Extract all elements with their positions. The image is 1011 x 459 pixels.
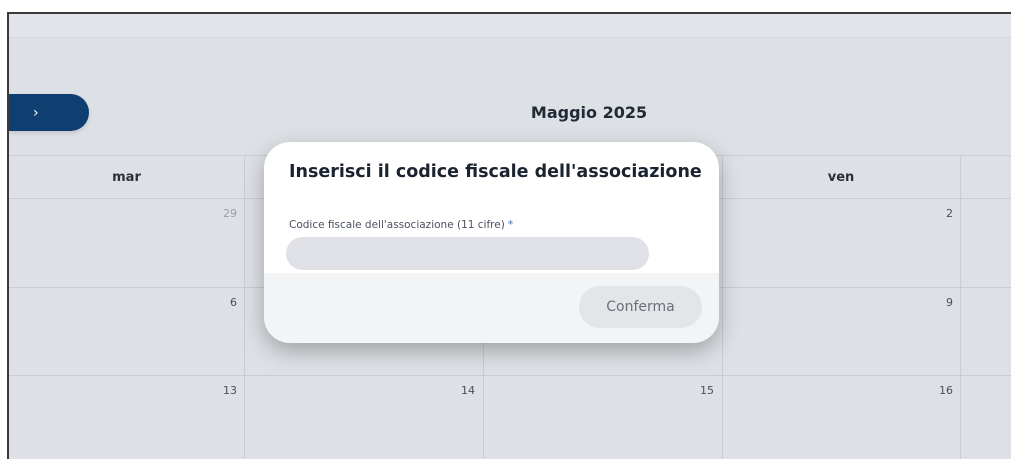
day-cell-number[interactable]: 2 [913,207,953,220]
tax-code-dialog: Inserisci il codice fiscale dell'associa… [264,142,719,343]
dialog-title: Inserisci il codice fiscale dell'associa… [289,162,702,182]
day-cell-number[interactable]: 14 [435,384,475,397]
top-bar [9,14,1011,38]
tax-code-field-label: Codice fiscale dell'associazione (11 cif… [289,219,513,231]
column-divider [244,155,245,459]
row-divider [9,375,1011,376]
month-title: Maggio 2025 [530,103,648,122]
dialog-footer: Conferma [264,273,719,343]
tax-code-label-text: Codice fiscale dell'associazione (11 cif… [289,219,505,231]
column-divider [960,155,961,459]
confirm-button[interactable]: Conferma [579,286,702,328]
day-cell-number[interactable]: 6 [197,296,237,309]
day-cell-number[interactable]: 29 [197,207,237,220]
required-marker: * [507,219,514,231]
weekday-header-sat [960,156,1011,200]
weekday-header-tue: mar [112,170,141,185]
tax-code-input[interactable] [286,237,649,270]
day-cell-number[interactable]: 16 [913,384,953,397]
chevron-right-icon: › [33,104,39,121]
weekday-header-fri: ven [827,170,855,185]
next-month-button[interactable]: › [9,94,89,131]
day-cell-number[interactable]: 13 [197,384,237,397]
day-cell-number[interactable]: 15 [674,384,714,397]
column-divider [722,155,723,459]
day-cell-number[interactable]: 9 [913,296,953,309]
